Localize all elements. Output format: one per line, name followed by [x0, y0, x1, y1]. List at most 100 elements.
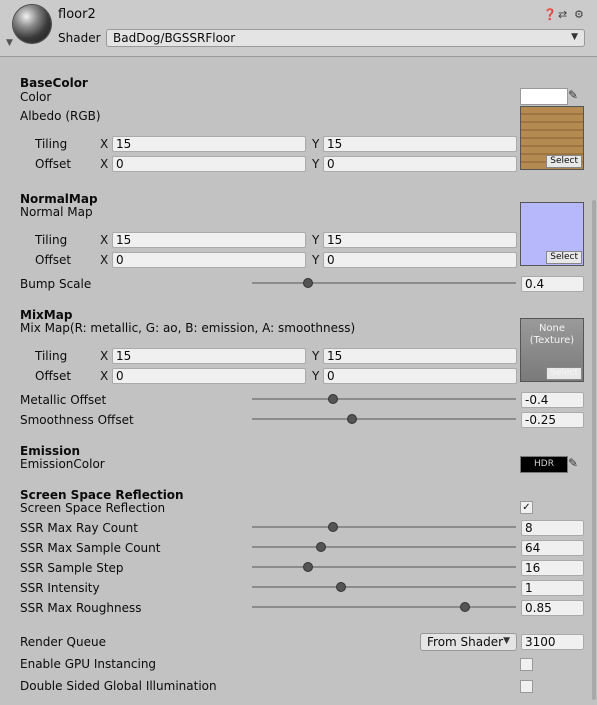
slider-track[interactable]	[252, 606, 516, 608]
slider-knob[interactable]	[303, 278, 313, 288]
y-label: Y	[312, 233, 320, 247]
tiling-x-field[interactable]: 15	[112, 136, 306, 152]
x-label: X	[100, 137, 109, 151]
albedo-label: Albedo (RGB)	[20, 109, 101, 123]
ssr-max-sample-count-slider[interactable]	[252, 541, 516, 553]
select-button[interactable]: Select	[546, 367, 582, 380]
slider-knob[interactable]	[328, 394, 338, 404]
shader-value: BadDog/BGSSRFloor	[113, 31, 236, 45]
slider-track[interactable]	[252, 526, 516, 528]
ssr-max-sample-count-field[interactable]: 64	[521, 540, 584, 556]
offset-y-field[interactable]: 0	[323, 156, 517, 172]
tiling-y-field[interactable]: 15	[323, 136, 517, 152]
smoothness-offset-field[interactable]: -0.25	[521, 412, 584, 428]
offset-x-field[interactable]: 0	[112, 252, 306, 268]
color-label: Color	[20, 90, 52, 104]
y-label: Y	[312, 157, 320, 171]
ssr-max-roughness-slider[interactable]	[252, 601, 516, 613]
scrollbar[interactable]	[592, 200, 596, 700]
slider-knob[interactable]	[336, 582, 346, 592]
slider-knob[interactable]	[316, 542, 326, 552]
slider-knob[interactable]	[328, 522, 338, 532]
metallic-offset-field[interactable]: -0.4	[521, 392, 584, 408]
slider-knob[interactable]	[347, 414, 357, 424]
double-sided-gi-checkbox[interactable]	[520, 680, 533, 693]
ssr-sample-step-field[interactable]: 16	[521, 560, 584, 576]
tiling-y-field[interactable]: 15	[323, 232, 517, 248]
bump-scale-label: Bump Scale	[20, 277, 92, 291]
slider-track[interactable]	[252, 418, 516, 420]
tiling-label: Tiling	[35, 233, 68, 247]
slider-knob[interactable]	[460, 602, 470, 612]
bump-scale-field[interactable]: 0.4	[521, 276, 584, 292]
offset-label: Offset	[35, 369, 72, 383]
albedo-texture-slot[interactable]: Select	[520, 106, 584, 170]
slider-knob[interactable]	[303, 562, 313, 572]
metallic-offset-slider[interactable]	[252, 393, 516, 405]
y-label: Y	[312, 369, 320, 383]
offset-y-field[interactable]: 0	[323, 252, 517, 268]
offset-y-field[interactable]: 0	[323, 368, 517, 384]
section-normalmap: NormalMap	[20, 192, 98, 206]
emission-color-label: EmissionColor	[20, 457, 105, 471]
color-swatch[interactable]	[520, 88, 568, 105]
slider-track[interactable]	[252, 398, 516, 400]
select-button[interactable]: Select	[546, 251, 582, 264]
ssr-max-sample-count-label: SSR Max Sample Count	[20, 541, 161, 555]
preset-icon[interactable]: ⇄	[558, 8, 567, 21]
tiling-x-field[interactable]: 15	[112, 348, 306, 364]
slider-track[interactable]	[252, 282, 516, 284]
render-queue-label: Render Queue	[20, 635, 106, 649]
gpu-instancing-checkbox[interactable]	[520, 658, 533, 671]
select-button[interactable]: Select	[546, 155, 582, 168]
chevron-down-icon: ▼	[571, 32, 578, 42]
bump-scale-slider[interactable]	[252, 277, 516, 289]
mix-texture-slot[interactable]: None (Texture) Select	[520, 318, 584, 382]
render-queue-dropdown[interactable]: From Shader ▼	[420, 633, 517, 651]
eyedropper-icon[interactable]: ✎	[568, 456, 578, 470]
slider-track[interactable]	[252, 546, 516, 548]
y-label: Y	[312, 137, 320, 151]
ssr-intensity-slider[interactable]	[252, 581, 516, 593]
ssr-max-roughness-label: SSR Max Roughness	[20, 601, 142, 615]
ssr-intensity-label: SSR Intensity	[20, 581, 100, 595]
normal-texture-slot[interactable]: Select	[520, 202, 584, 266]
offset-x-field[interactable]: 0	[112, 368, 306, 384]
ssr-toggle-checkbox[interactable]: ✓	[520, 501, 533, 514]
ssr-max-ray-count-field[interactable]: 8	[521, 520, 584, 536]
texture-type-label: (Texture)	[529, 335, 575, 346]
ssr-sample-step-slider[interactable]	[252, 561, 516, 573]
slider-track[interactable]	[252, 586, 516, 588]
tiling-y-field[interactable]: 15	[323, 348, 517, 364]
y-label: Y	[312, 349, 320, 363]
render-queue-field[interactable]: 3100	[521, 634, 584, 650]
help-icon[interactable]: ❓	[543, 8, 557, 21]
material-name: floor2	[58, 7, 96, 22]
smoothness-offset-slider[interactable]	[252, 413, 516, 425]
ssr-intensity-field[interactable]: 1	[521, 580, 584, 596]
x-label: X	[100, 157, 109, 171]
emission-color-swatch[interactable]: HDR	[520, 456, 568, 473]
y-label: Y	[312, 253, 320, 267]
gear-icon[interactable]: ⚙	[574, 8, 584, 21]
section-basecolor: BaseColor	[20, 76, 88, 90]
ssr-max-roughness-field[interactable]: 0.85	[521, 600, 584, 616]
material-header: ▼ floor2 Shader BadDog/BGSSRFloor ▼ ❓ ⇄ …	[0, 0, 597, 57]
tiling-label: Tiling	[35, 349, 68, 363]
material-preview-icon	[13, 5, 51, 43]
offset-x-field[interactable]: 0	[112, 156, 306, 172]
render-queue-mode: From Shader	[427, 635, 504, 649]
slider-track[interactable]	[252, 566, 516, 568]
ssr-max-ray-count-slider[interactable]	[252, 521, 516, 533]
texture-none-label: None	[538, 323, 566, 334]
section-emission: Emission	[20, 444, 80, 458]
chevron-down-icon: ▼	[503, 636, 510, 646]
ssr-toggle-label: Screen Space Reflection	[20, 501, 166, 515]
tiling-label: Tiling	[35, 137, 68, 151]
shader-dropdown[interactable]: BadDog/BGSSRFloor ▼	[106, 29, 585, 47]
x-label: X	[100, 369, 109, 383]
tiling-x-field[interactable]: 15	[112, 232, 306, 248]
section-ssr: Screen Space Reflection	[20, 488, 184, 502]
foldout-arrow-icon[interactable]: ▼	[6, 38, 13, 48]
eyedropper-icon[interactable]: ✎	[568, 88, 578, 102]
